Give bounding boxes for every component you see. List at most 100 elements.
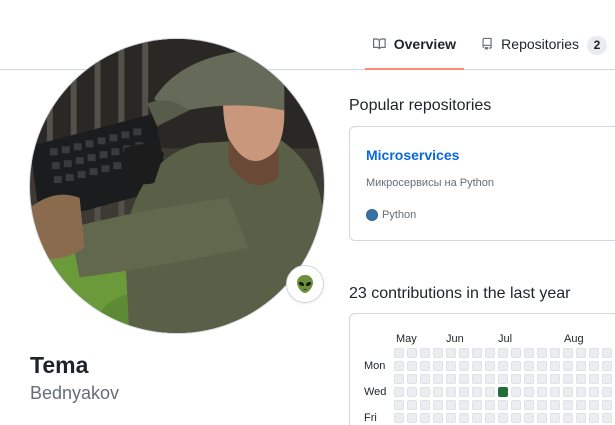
- contribution-cell[interactable]: [498, 400, 508, 410]
- contribution-cell[interactable]: [589, 413, 599, 423]
- contribution-cell[interactable]: [589, 400, 599, 410]
- contribution-cell[interactable]: [589, 387, 599, 397]
- contribution-cell[interactable]: [550, 413, 560, 423]
- contribution-cell[interactable]: [563, 348, 573, 358]
- contribution-cell[interactable]: [394, 413, 404, 423]
- contribution-cell[interactable]: [576, 361, 586, 371]
- contribution-cell[interactable]: [563, 361, 573, 371]
- contribution-cell[interactable]: [407, 348, 417, 358]
- contribution-cell[interactable]: [472, 374, 482, 384]
- contribution-cell[interactable]: [576, 387, 586, 397]
- contribution-cell[interactable]: [472, 400, 482, 410]
- contribution-cell[interactable]: [394, 361, 404, 371]
- contribution-cell[interactable]: [602, 374, 612, 384]
- contribution-cell[interactable]: [446, 374, 456, 384]
- contribution-cell[interactable]: [407, 400, 417, 410]
- contribution-cell[interactable]: [446, 387, 456, 397]
- contribution-cell[interactable]: [537, 348, 547, 358]
- contribution-cell[interactable]: [433, 387, 443, 397]
- contribution-cell[interactable]: [589, 348, 599, 358]
- contribution-cell[interactable]: [563, 374, 573, 384]
- contribution-cell[interactable]: [433, 374, 443, 384]
- contribution-cell[interactable]: [550, 348, 560, 358]
- contribution-cell[interactable]: [498, 387, 508, 397]
- contribution-cell[interactable]: [459, 348, 469, 358]
- contribution-cell[interactable]: [537, 374, 547, 384]
- contribution-cell[interactable]: [576, 374, 586, 384]
- contribution-cell[interactable]: [420, 348, 430, 358]
- contribution-cell[interactable]: [550, 387, 560, 397]
- contribution-cell[interactable]: [550, 374, 560, 384]
- contribution-cell[interactable]: [524, 348, 534, 358]
- contribution-cell[interactable]: [550, 361, 560, 371]
- contribution-cell[interactable]: [498, 361, 508, 371]
- tab-overview[interactable]: Overview: [365, 32, 464, 70]
- contribution-cell[interactable]: [511, 387, 521, 397]
- contribution-cell[interactable]: [433, 400, 443, 410]
- contribution-cell[interactable]: [498, 374, 508, 384]
- contribution-cell[interactable]: [524, 387, 534, 397]
- contribution-cell[interactable]: [563, 387, 573, 397]
- contribution-cell[interactable]: [602, 387, 612, 397]
- contribution-cell[interactable]: [537, 413, 547, 423]
- contribution-cell[interactable]: [485, 348, 495, 358]
- contribution-cell[interactable]: [602, 348, 612, 358]
- contribution-cell[interactable]: [576, 348, 586, 358]
- contribution-cell[interactable]: [511, 348, 521, 358]
- contribution-cell[interactable]: [589, 374, 599, 384]
- contribution-cell[interactable]: [485, 413, 495, 423]
- contribution-cell[interactable]: [433, 361, 443, 371]
- contribution-cell[interactable]: [420, 361, 430, 371]
- contribution-cell[interactable]: [420, 413, 430, 423]
- contribution-cell[interactable]: [537, 361, 547, 371]
- contribution-cell[interactable]: [550, 400, 560, 410]
- contribution-cell[interactable]: [459, 374, 469, 384]
- contribution-cell[interactable]: [433, 413, 443, 423]
- contribution-cell[interactable]: [420, 400, 430, 410]
- contribution-cell[interactable]: [472, 348, 482, 358]
- contribution-cell[interactable]: [407, 361, 417, 371]
- contribution-cell[interactable]: [498, 348, 508, 358]
- contribution-cell[interactable]: [602, 413, 612, 423]
- contribution-cell[interactable]: [394, 400, 404, 410]
- contribution-cell[interactable]: [459, 400, 469, 410]
- contribution-cell[interactable]: [420, 374, 430, 384]
- contribution-cell[interactable]: [485, 387, 495, 397]
- contribution-cell[interactable]: [524, 361, 534, 371]
- contribution-cell[interactable]: [524, 374, 534, 384]
- contribution-cell[interactable]: [472, 387, 482, 397]
- contribution-cell[interactable]: [459, 387, 469, 397]
- contribution-cell[interactable]: [576, 400, 586, 410]
- contribution-cell[interactable]: [394, 387, 404, 397]
- avatar[interactable]: [29, 38, 325, 334]
- contribution-cell[interactable]: [511, 413, 521, 423]
- contribution-cell[interactable]: [524, 400, 534, 410]
- contribution-cell[interactable]: [589, 361, 599, 371]
- contribution-cell[interactable]: [576, 413, 586, 423]
- contribution-cell[interactable]: [563, 400, 573, 410]
- contribution-cell[interactable]: [459, 413, 469, 423]
- contribution-cell[interactable]: [407, 374, 417, 384]
- contribution-cell[interactable]: [498, 413, 508, 423]
- contribution-cell[interactable]: [420, 387, 430, 397]
- contribution-cell[interactable]: [511, 400, 521, 410]
- contribution-cell[interactable]: [537, 387, 547, 397]
- repo-link[interactable]: Microservices: [366, 147, 459, 163]
- contribution-cell[interactable]: [472, 413, 482, 423]
- contribution-cell[interactable]: [537, 400, 547, 410]
- contribution-cell[interactable]: [485, 361, 495, 371]
- contribution-cell[interactable]: [602, 361, 612, 371]
- contribution-cell[interactable]: [511, 361, 521, 371]
- contribution-cell[interactable]: [407, 413, 417, 423]
- contribution-cell[interactable]: [446, 400, 456, 410]
- contribution-cell[interactable]: [446, 361, 456, 371]
- contribution-cell[interactable]: [524, 413, 534, 423]
- tab-repositories[interactable]: Repositories 2: [473, 32, 615, 70]
- contribution-cell[interactable]: [459, 361, 469, 371]
- contribution-cell[interactable]: [511, 374, 521, 384]
- status-emoji-button[interactable]: [286, 265, 324, 303]
- contribution-cell[interactable]: [472, 361, 482, 371]
- contribution-cell[interactable]: [602, 400, 612, 410]
- contribution-cell[interactable]: [446, 348, 456, 358]
- contribution-cell[interactable]: [485, 400, 495, 410]
